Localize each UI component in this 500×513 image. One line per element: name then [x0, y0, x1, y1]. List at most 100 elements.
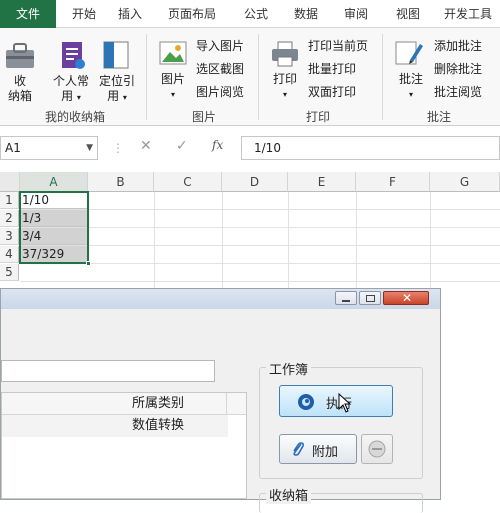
row-header-5[interactable]: 5 [0, 264, 19, 281]
column-header-b[interactable]: B [88, 172, 154, 192]
personal-common-button[interactable]: 个人常 用 ▾ [48, 74, 94, 105]
workbook-group-title: 工作簿 [266, 359, 312, 378]
comment-button[interactable]: 批注 ▾ [394, 72, 428, 102]
gridline [154, 192, 155, 288]
column-header-f[interactable]: F [356, 172, 430, 192]
tab-developer[interactable]: 开发工具 [436, 0, 500, 28]
batch-print-button[interactable]: 批量打印 [308, 62, 356, 76]
picture-button-label: 图片 [160, 72, 185, 86]
add-comment-button[interactable]: 添加批注 [434, 39, 482, 53]
tab-insert[interactable]: 插入 [110, 0, 150, 28]
import-picture-button[interactable]: 导入图片 [196, 39, 244, 53]
column-header-d[interactable]: D [222, 172, 288, 192]
chevron-down-icon: ▾ [122, 93, 127, 102]
tab-review[interactable]: 审阅 [336, 0, 376, 28]
picture-icon [158, 38, 188, 71]
tab-formulas[interactable]: 公式 [236, 0, 276, 28]
maximize-button[interactable] [359, 291, 381, 305]
ribbon: 收 纳箱 个人常 用 ▾ 定位引 用 ▾ 我的收纳箱 图片 ▾ 导入图片 选区截… [0, 28, 500, 126]
chevron-down-icon[interactable]: ▼ [86, 137, 93, 159]
minimize-button[interactable] [335, 291, 357, 305]
column-header-category[interactable]: 所属类别 [132, 393, 184, 415]
execute-icon [296, 392, 316, 416]
group-label-print: 打印 [305, 110, 330, 124]
category-list[interactable]: 所属类别 数值转换 [1, 392, 247, 499]
gridline [288, 192, 289, 288]
cancel-icon[interactable]: ✕ [140, 138, 152, 154]
storage-button[interactable]: 收 纳箱 [6, 74, 34, 104]
row-header-3[interactable]: 3 [0, 228, 19, 245]
gridline [20, 227, 500, 228]
tab-home[interactable]: 开始 [64, 0, 104, 28]
selection-border [19, 191, 89, 264]
fill-handle[interactable] [86, 261, 91, 266]
maximize-icon [366, 295, 375, 302]
print-button[interactable]: 打印 ▾ [268, 72, 302, 102]
formula-bar: A1 ▼ ⋮ ✕ ✓ fx 1/10 [0, 126, 500, 172]
region-screenshot-button[interactable]: 选区截图 [196, 62, 244, 76]
personal-common-label: 个人常 [52, 74, 89, 88]
chevron-down-icon: ▾ [282, 90, 287, 99]
print-button-label: 打印 [272, 72, 297, 86]
column-header-a[interactable]: A [20, 172, 88, 192]
gridline [20, 245, 500, 246]
name-box-value: A1 [5, 141, 21, 155]
close-icon: ✕ [402, 291, 413, 305]
minimize-icon [342, 300, 350, 302]
storage-button-label2: 纳箱 [7, 89, 32, 103]
formula-input[interactable]: 1/10 [241, 136, 500, 160]
printer-icon [270, 40, 300, 71]
group-divider [146, 34, 147, 120]
locate-reference-icon [100, 38, 132, 75]
group-divider [258, 34, 259, 120]
list-item[interactable]: 数值转换 [2, 415, 228, 437]
chevron-down-icon: ▾ [170, 90, 175, 99]
attach-button[interactable]: 附加 [279, 434, 357, 464]
dialog-titlebar[interactable]: ✕ [1, 289, 440, 309]
comment-icon [394, 38, 424, 73]
picture-button[interactable]: 图片 ▾ [156, 72, 190, 102]
row-header-2[interactable]: 2 [0, 210, 19, 227]
remove-button[interactable] [361, 434, 393, 464]
grip-icon: ⋮ [112, 141, 124, 155]
gridline [20, 281, 500, 282]
gridline [356, 192, 357, 288]
name-box[interactable]: A1 ▼ [0, 136, 98, 160]
toolbox-icon [4, 38, 36, 75]
group-divider [382, 34, 383, 120]
picture-browse-button[interactable]: 图片阅览 [196, 85, 244, 99]
column-header-g[interactable]: G [430, 172, 500, 192]
comment-browse-button[interactable]: 批注阅览 [434, 85, 482, 99]
close-button[interactable]: ✕ [383, 291, 429, 305]
paperclip-icon [290, 440, 306, 462]
delete-comment-button[interactable]: 删除批注 [434, 62, 482, 76]
execute-button[interactable]: 执行 [279, 385, 393, 417]
storage-group-title: 收纳箱 [266, 485, 312, 504]
locate-reference-label: 定位引 [98, 74, 135, 88]
insert-function-icon[interactable]: fx [212, 138, 223, 152]
column-header-c[interactable]: C [154, 172, 222, 192]
select-all-corner[interactable] [0, 172, 20, 192]
print-current-page-button[interactable]: 打印当前页 [308, 39, 368, 53]
duplex-print-button[interactable]: 双面打印 [308, 85, 356, 99]
confirm-icon[interactable]: ✓ [176, 138, 188, 154]
storage-groupbox: 收纳箱 [259, 485, 423, 513]
personal-common-label2: 用 [61, 89, 74, 103]
gridline [222, 192, 223, 288]
locate-reference-button[interactable]: 定位引 用 ▾ [94, 74, 140, 105]
dialog-text-field[interactable] [1, 360, 215, 382]
list-item-category: 数值转换 [132, 418, 185, 433]
column-header-e[interactable]: E [288, 172, 356, 192]
gridline [20, 263, 500, 264]
tab-data[interactable]: 数据 [286, 0, 326, 28]
locate-reference-label2: 用 [107, 89, 120, 103]
row-header-4[interactable]: 4 [0, 246, 19, 263]
row-header-1[interactable]: 1 [0, 192, 19, 209]
gridline [430, 192, 431, 288]
group-label-picture: 图片 [191, 110, 216, 124]
comment-button-label: 批注 [398, 72, 423, 86]
add-in-dialog: ✕ 所属类别 数值转换 工作簿 执行 附加 收纳箱 [0, 288, 441, 513]
tab-page-layout[interactable]: 页面布局 [160, 0, 224, 28]
tab-view[interactable]: 视图 [388, 0, 428, 28]
tab-file[interactable]: 文件 [0, 0, 56, 28]
